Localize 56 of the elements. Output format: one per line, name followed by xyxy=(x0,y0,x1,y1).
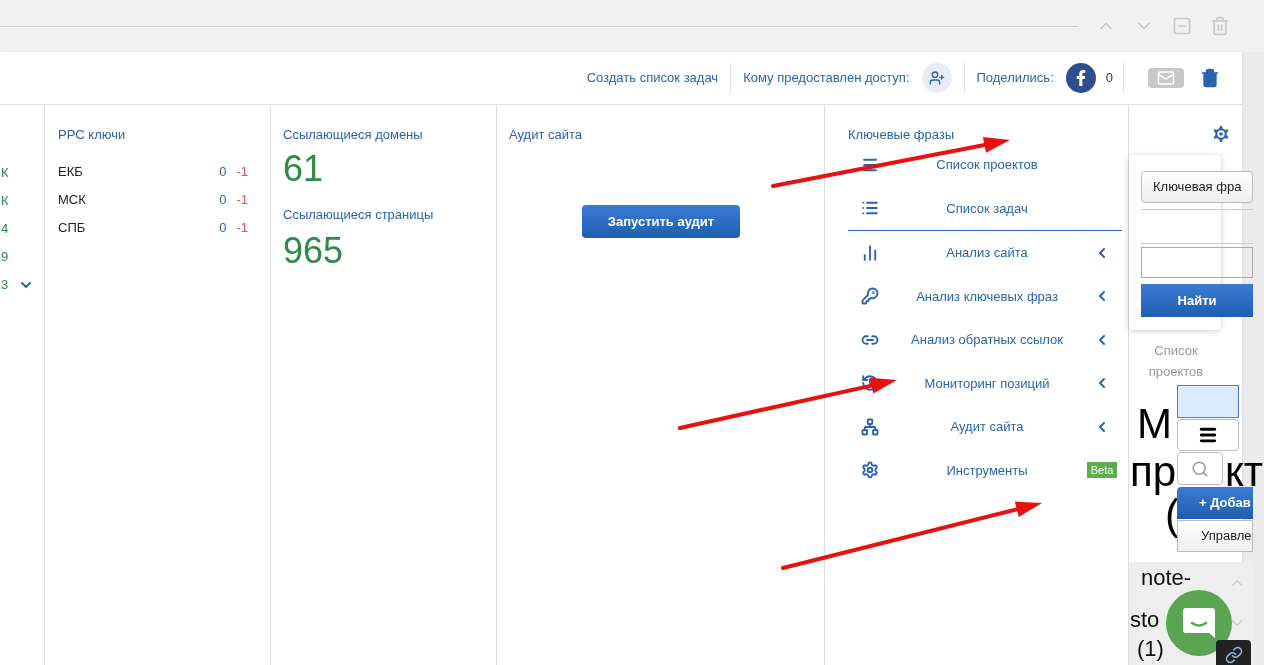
manage-button[interactable]: Управле xyxy=(1177,520,1253,552)
access-label: Кому предоставлен доступ: xyxy=(742,69,911,88)
menu-item[interactable]: Список задач xyxy=(848,186,1122,230)
heading-text: М xyxy=(1137,400,1172,448)
projects-label: Список проектов xyxy=(1147,342,1205,381)
ppc-value: 0 xyxy=(219,163,227,182)
pages-title: Ссылающиеся страницы xyxy=(283,206,435,224)
ppc-change: -1 xyxy=(236,163,248,182)
search-icon xyxy=(1191,459,1209,478)
ppc-value: 0 xyxy=(219,191,227,210)
menu-icon xyxy=(1198,425,1218,445)
menu-item[interactable]: Анализ сайта xyxy=(848,231,1122,275)
keywords-title: Ключевые фразы xyxy=(848,126,956,143)
menu-item[interactable]: Список проектов xyxy=(848,143,1122,187)
settings-icon[interactable] xyxy=(1210,123,1232,145)
pages-value: 965 xyxy=(283,228,345,273)
region-label: МСК xyxy=(58,191,87,210)
menu-item[interactable]: Мониторинг позиций xyxy=(848,361,1122,405)
find-button[interactable]: Найти xyxy=(1141,284,1253,317)
beta-badge: Beta xyxy=(1086,462,1118,479)
note-text: (1) xyxy=(1137,635,1164,663)
ppc-title: PPC ключи xyxy=(58,126,127,143)
domains-value: 61 xyxy=(283,147,325,191)
menu-button[interactable] xyxy=(1177,419,1239,451)
start-audit-button[interactable]: Запустить аудит xyxy=(582,205,740,238)
trash-icon[interactable] xyxy=(1200,68,1220,88)
value-text: 9 xyxy=(1,248,9,267)
facebook-icon[interactable] xyxy=(1065,63,1096,93)
note-text: sto xyxy=(1130,606,1160,634)
value-text: К xyxy=(1,192,9,211)
domains-title: Ссылающиеся домены xyxy=(283,126,424,143)
shared-label: Поделились: xyxy=(975,69,1055,88)
ppc-value: 0 xyxy=(219,219,227,238)
value-text: К xyxy=(1,164,9,183)
menu-item[interactable]: Анализ обратных ссылок xyxy=(848,318,1122,362)
menu-item[interactable]: Аудит сайта xyxy=(848,405,1122,449)
ppc-change: -1 xyxy=(236,191,248,210)
value-text: 3 xyxy=(1,276,9,295)
search-type-button[interactable]: Ключевая фра xyxy=(1141,171,1253,203)
search-input[interactable] xyxy=(1141,247,1253,278)
chat-icon xyxy=(1183,608,1215,638)
mail-icon[interactable] xyxy=(1148,68,1184,88)
add-user-icon[interactable] xyxy=(921,63,952,93)
note-text: note- xyxy=(1141,564,1192,592)
add-button[interactable]: + Добав xyxy=(1177,487,1253,519)
shared-count: 0 xyxy=(1104,69,1114,88)
audit-title: Аудит сайта xyxy=(509,126,584,143)
region-label: СПБ xyxy=(58,219,87,238)
menu-item[interactable]: Анализ ключевых фраз xyxy=(848,274,1122,318)
link-icon xyxy=(1224,646,1243,664)
create-task-list-link[interactable]: Создать список задач xyxy=(574,68,731,88)
ppc-change: -1 xyxy=(236,219,248,238)
region-label: ЕКБ xyxy=(58,163,84,182)
value-text: 4 xyxy=(1,220,9,239)
link-button[interactable] xyxy=(1216,640,1251,665)
menu-item[interactable]: Инструменты Beta xyxy=(848,448,1122,492)
